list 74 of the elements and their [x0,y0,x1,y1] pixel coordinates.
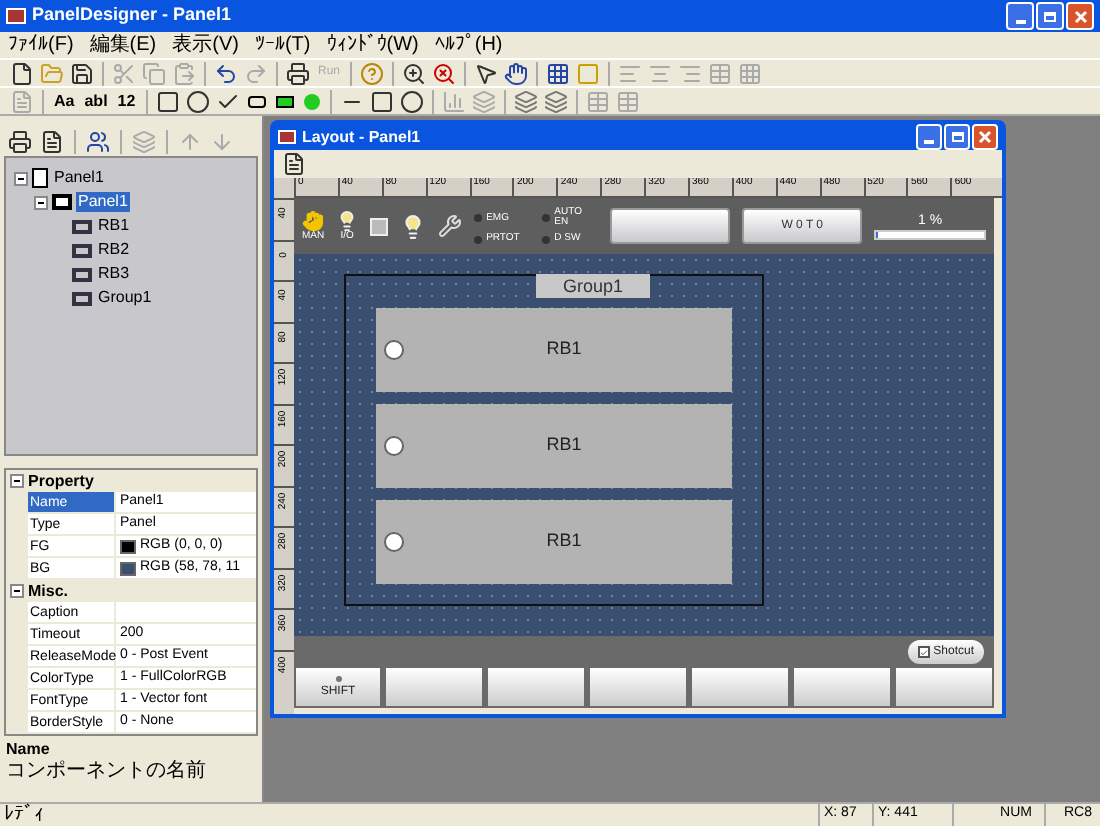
tree-item[interactable]: RB1 [96,216,132,236]
document-icon[interactable] [280,150,308,178]
lightbulb-icon [336,210,359,232]
people-icon[interactable] [84,128,112,156]
indicator-lamp [542,214,551,222]
app-icon [278,130,296,144]
pointer-icon[interactable] [472,59,501,87]
description-title: Name [6,740,52,760]
printer-icon[interactable] [284,59,312,87]
filled-rectangle-icon[interactable] [275,95,294,107]
indicator-lamp [474,235,483,243]
section-header: Misc. [28,579,69,603]
hand-icon [302,210,325,232]
menu-item[interactable]: 編集(E) [89,35,157,55]
page-icon [32,168,48,188]
section-header: Property [28,469,94,493]
maximize-button[interactable] [944,124,970,150]
menu-item[interactable]: ﾌｧｲﾙ(F) [8,35,74,55]
zoom-cross-icon[interactable] [430,59,459,87]
layers-icon[interactable] [511,87,540,115]
collapse-icon[interactable] [10,584,24,598]
maximize-button[interactable] [1036,2,1064,30]
menu-item[interactable]: ｳｨﾝﾄﾞｳ(W) [326,35,419,55]
expander-icon[interactable] [34,195,48,209]
table-icon[interactable] [583,87,612,115]
close-button[interactable] [972,124,998,150]
indicator-lamp [474,214,483,222]
tree-item[interactable]: Panel1 [52,168,106,188]
minimize-button[interactable] [916,124,942,150]
text-tool-button[interactable]: abl [80,89,112,113]
zoom-icon[interactable] [400,59,429,87]
document-icon[interactable] [38,128,66,156]
table-icon[interactable] [706,59,735,87]
radio-button[interactable]: RB1 [376,500,732,584]
tree-item[interactable]: RB3 [96,264,132,284]
status-text: ﾚﾃﾞｨ [2,805,46,825]
description-text: コンポーネントの名前 [6,760,208,782]
minimize-button[interactable] [1006,2,1034,30]
text-tool-button[interactable]: 12 [113,89,140,113]
scissors-icon[interactable] [110,59,138,87]
tree-item[interactable]: RB2 [96,240,132,260]
undo-icon[interactable] [212,59,240,87]
close-button[interactable] [1066,2,1094,30]
ellipse-icon[interactable] [397,87,426,115]
collapse-icon[interactable] [10,474,24,488]
lightbulb-icon [400,213,427,239]
tree-item[interactable]: Group1 [96,288,154,308]
menu-item[interactable]: 表示(V) [172,35,239,55]
expander-icon[interactable] [14,171,28,185]
menu-item[interactable]: ﾂｰﾙ(T) [254,35,311,55]
close-icon [978,130,992,144]
radio-button[interactable]: RB1 [376,308,732,392]
indicator-lamp [542,235,551,243]
tree-item[interactable]: Panel1 [76,192,130,212]
radio-icon[interactable] [183,87,212,115]
window-title: Layout - Panel1 [302,125,423,149]
grid-icon[interactable] [544,59,573,87]
text-tool-button[interactable]: Aa [50,89,79,113]
blank-button[interactable] [610,208,731,244]
close-icon [1073,9,1087,23]
table-icon[interactable] [613,87,642,115]
wrench-icon [438,214,463,238]
square-icon[interactable] [153,87,182,115]
menu-item[interactable]: ﾍﾙﾌﾟ(H) [434,35,503,55]
layers-icon[interactable] [541,87,570,115]
group-title: Group1 [536,274,650,298]
app-icon [6,8,26,24]
new-file-icon[interactable] [8,59,36,87]
rectangle-icon[interactable] [367,87,396,115]
radio-button[interactable]: RB1 [376,404,732,488]
square-lamp [370,217,389,235]
window-title: PanelDesigner - Panel1 [32,2,234,29]
save-icon[interactable] [68,59,96,87]
hand-icon[interactable] [502,59,531,87]
